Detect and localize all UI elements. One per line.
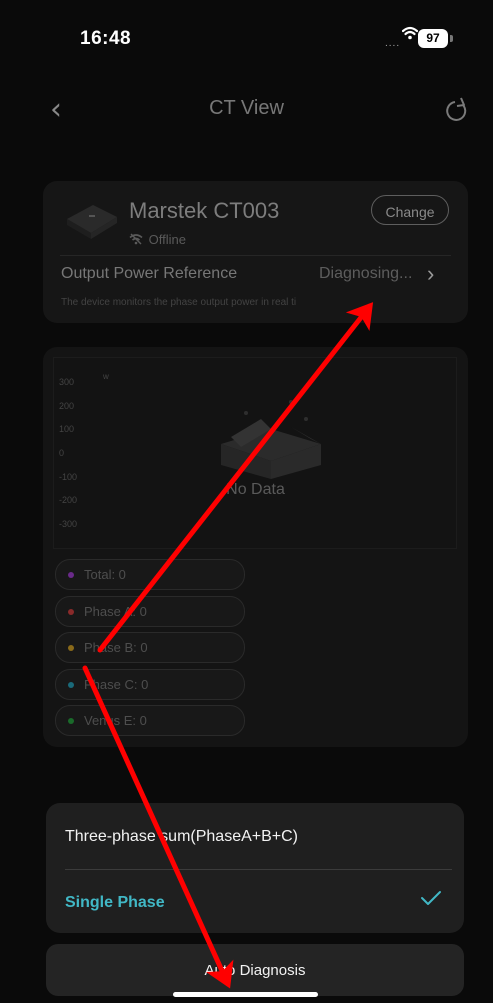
y-tick-label: 300 xyxy=(59,377,75,387)
no-data-label: No Data xyxy=(226,481,285,498)
legend-item[interactable]: Phase A: 0 xyxy=(55,595,245,627)
change-device-button[interactable]: Change xyxy=(371,195,449,225)
legend-dot-icon xyxy=(68,645,74,651)
legend-label: Phase A: 0 xyxy=(84,603,147,619)
card-divider xyxy=(60,255,451,256)
ct-device-icon xyxy=(63,197,119,246)
output-power-description: The device monitors the phase output pow… xyxy=(61,297,297,308)
refresh-icon[interactable] xyxy=(443,96,469,129)
legend-label: Phase C: 0 xyxy=(84,676,149,692)
legend-item[interactable]: Total: 0 xyxy=(55,559,245,590)
status-bar: 16:48 .... 97 xyxy=(0,0,493,80)
chevron-right-icon[interactable]: › xyxy=(427,261,434,287)
device-name: Marstek CT003 xyxy=(129,198,280,223)
single-phase-option[interactable]: Single Phase xyxy=(65,894,165,912)
legend-dot-icon xyxy=(68,681,74,688)
nav-bar: ‹ CT View xyxy=(0,90,493,130)
sheet-divider xyxy=(65,869,452,870)
battery-tip-icon xyxy=(450,35,453,42)
wifi-icon xyxy=(401,26,419,45)
empty-box-icon xyxy=(211,399,331,484)
legend-dot-icon xyxy=(68,718,74,724)
cellular-signal-icon: .... xyxy=(385,38,401,49)
power-chart-card: 300 200 100 0 -100 -200 -300 w No Data Total: … xyxy=(43,347,468,747)
y-tick-label: 100 xyxy=(59,424,75,435)
phase-selection-sheet: Three-phase sum(PhaseA+B+C) Single Phase xyxy=(46,803,464,933)
output-power-reference-label[interactable]: Output Power Reference xyxy=(61,265,237,283)
page-title: CT View xyxy=(209,97,284,119)
device-status-text: Offline xyxy=(148,232,186,247)
checkmark-icon xyxy=(420,889,442,912)
legend-dot-icon xyxy=(68,608,74,615)
legend-item[interactable]: Phase C: 0 xyxy=(55,668,245,700)
legend-label: Total: 0 xyxy=(84,567,126,582)
output-power-reference-value[interactable]: Diagnosing... xyxy=(319,265,412,283)
legend-item[interactable]: Phase B: 0 xyxy=(55,632,245,663)
y-tick-label: -300 xyxy=(59,519,78,529)
legend-label: Venus E: 0 xyxy=(84,713,147,728)
three-phase-sum-option[interactable]: Three-phase sum(PhaseA+B+C) xyxy=(65,828,298,846)
offline-wifi-icon xyxy=(129,233,143,245)
battery-indicator: 97 xyxy=(418,29,448,48)
status-time: 16:48 xyxy=(80,28,132,49)
auto-diagnosis-button[interactable]: Auto Diagnosis xyxy=(46,944,464,996)
y-tick-label: 0 xyxy=(59,448,65,458)
home-indicator[interactable] xyxy=(173,992,318,997)
y-axis-unit: w xyxy=(103,372,109,381)
legend-label: Phase B: 0 xyxy=(84,640,148,655)
device-card: Marstek CT003 Offline Change Output Powe… xyxy=(43,181,468,323)
legend-item[interactable]: Venus E: 0 xyxy=(55,705,245,736)
device-status: Offline xyxy=(129,232,186,247)
legend-dot-icon xyxy=(68,572,74,578)
y-tick-label: 200 xyxy=(59,400,75,411)
